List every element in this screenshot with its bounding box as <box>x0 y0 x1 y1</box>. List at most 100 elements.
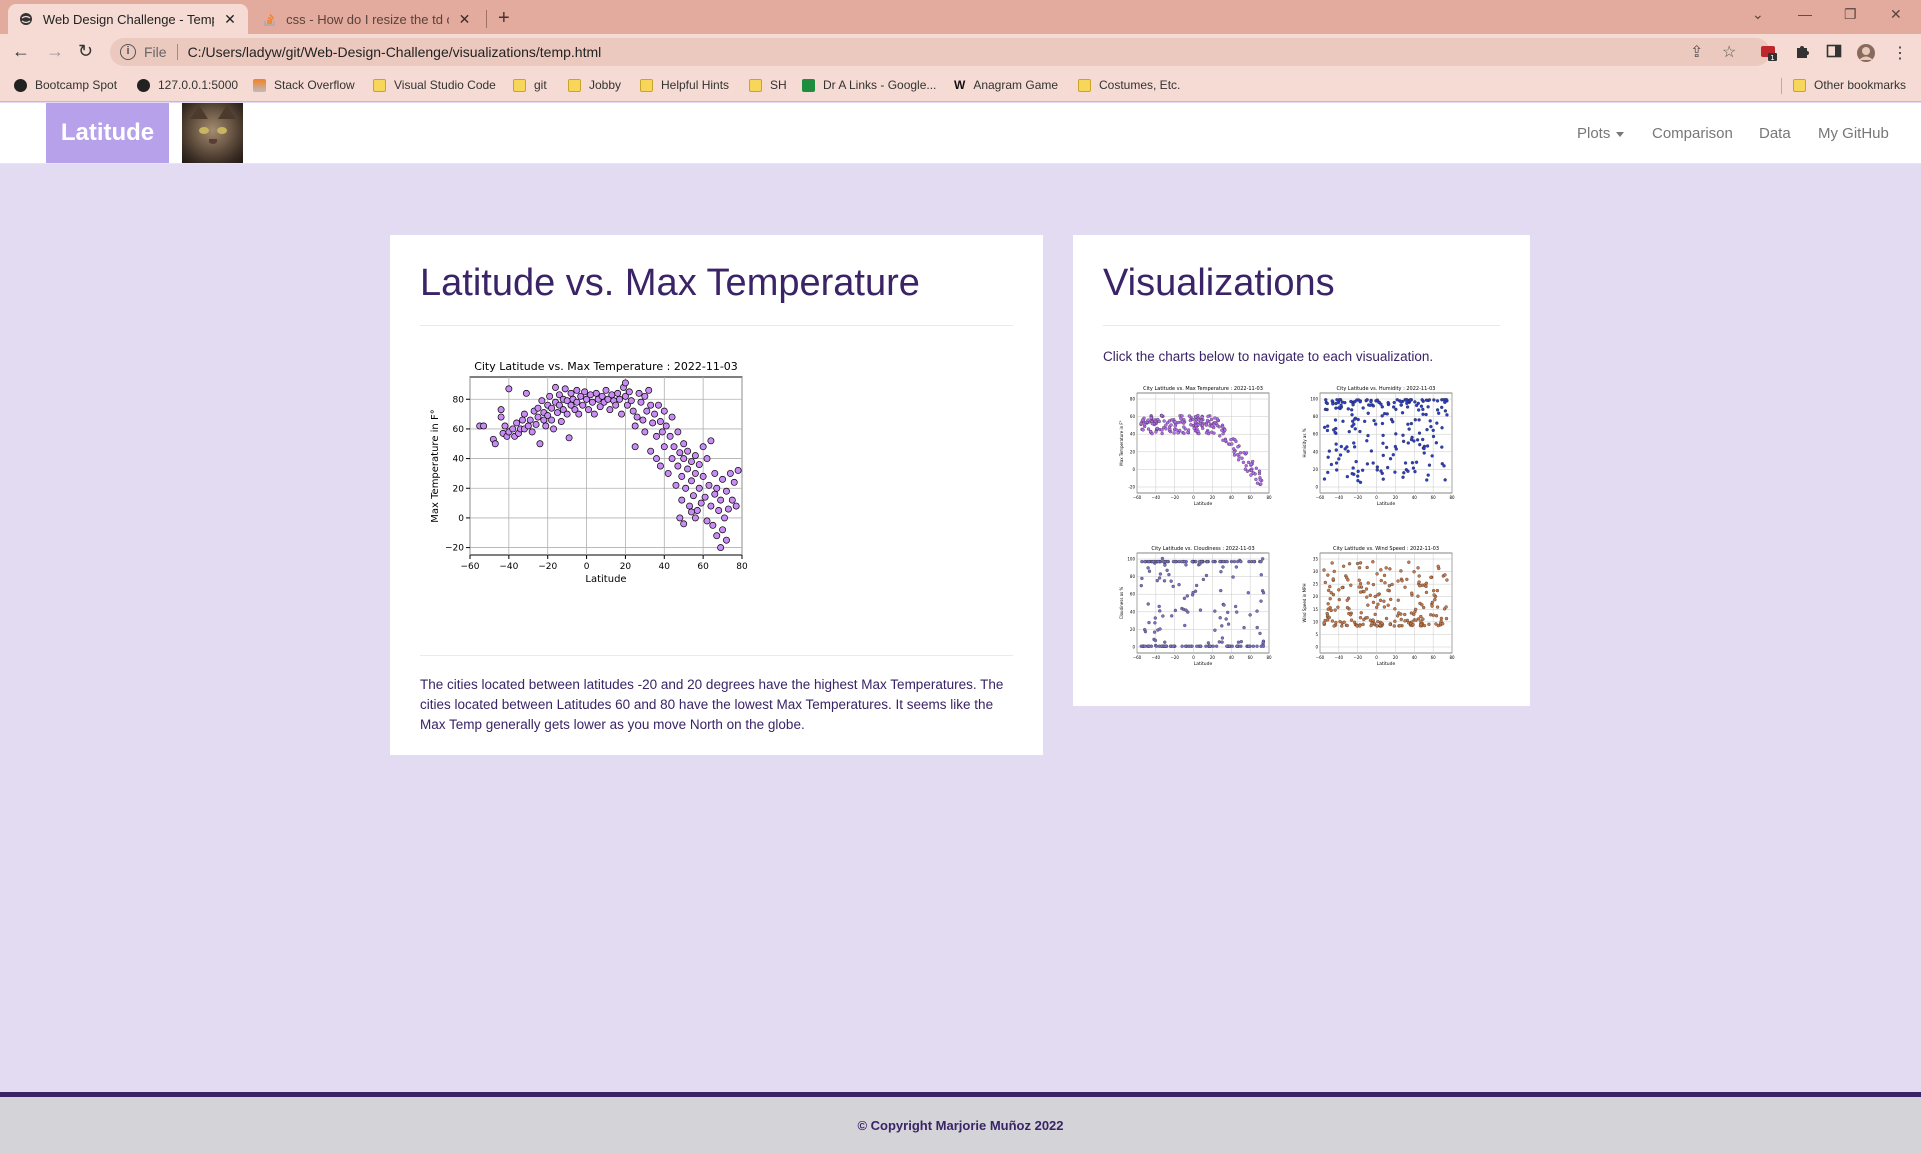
thumb-title: City Latitude vs. Humidity : 2022-11-03 <box>1337 386 1436 392</box>
thumb-point <box>1327 615 1331 620</box>
restore-icon[interactable]: ❐ <box>1844 6 1857 23</box>
thumb-point <box>1193 420 1198 424</box>
scatter-point <box>645 386 653 394</box>
bookmark-item[interactable]: Stack Overflow <box>253 78 355 92</box>
thumb-y-tick: 0 <box>1315 645 1318 650</box>
scatter-point <box>565 434 573 442</box>
thumb-point <box>1375 572 1379 576</box>
thumb-point <box>1365 616 1369 620</box>
thumb-point <box>1225 644 1229 648</box>
bookmark-star-icon[interactable]: ☆ <box>1722 42 1736 62</box>
thumb-point <box>1147 620 1151 625</box>
close-icon[interactable]: ✕ <box>457 11 472 28</box>
thumb-point <box>1232 559 1237 564</box>
thumb-y-tick: 40 <box>1130 432 1136 437</box>
tab-web-design-challenge[interactable]: Web Design Challenge - Tempera ✕ <box>8 4 248 34</box>
thumb-max-temperature[interactable]: City Latitude vs. Max Temperature : 2022… <box>1119 383 1274 508</box>
bookmark-item[interactable]: Visual Studio Code <box>373 78 496 92</box>
profile-avatar[interactable] <box>1856 43 1876 68</box>
new-tab-plus-icon[interactable]: + <box>498 7 510 30</box>
thumb-point <box>1413 400 1417 404</box>
thumb-point <box>1141 418 1145 422</box>
share-icon[interactable]: ⇪ <box>1690 42 1703 62</box>
scatter-point <box>579 401 587 409</box>
bookmark-item[interactable]: 127.0.0.1:5000 <box>137 78 238 92</box>
scatter-point <box>542 422 550 430</box>
plots-dropdown[interactable]: Plots <box>1577 125 1625 142</box>
thumb-point <box>1386 465 1390 470</box>
bookmark-item[interactable]: git <box>513 78 547 92</box>
bookmark-label: Costumes, Etc. <box>1099 78 1181 92</box>
thumb-point <box>1213 609 1217 613</box>
bookmark-label: git <box>534 78 547 92</box>
thumb-point <box>1210 430 1214 434</box>
thumb-point <box>1204 431 1209 435</box>
scatter-point <box>550 425 557 433</box>
thumb-point <box>1412 439 1416 443</box>
thumb-point <box>1223 438 1228 443</box>
tab-stackoverflow[interactable]: css - How do I resize the td of a t ✕ <box>252 4 482 34</box>
thumb-point <box>1366 411 1370 415</box>
thumb-point <box>1325 611 1329 616</box>
thumb-y-label: Humidity as % <box>1302 428 1307 457</box>
thumb-point <box>1251 644 1256 648</box>
thumb-x-tick: −20 <box>1170 495 1179 500</box>
minimize-icon[interactable]: — <box>1798 6 1812 22</box>
thumb-point <box>1405 401 1409 405</box>
reload-icon[interactable]: ↻ <box>78 42 93 60</box>
thumb-point <box>1173 420 1177 424</box>
thumb-point <box>1425 478 1429 482</box>
info-icon[interactable]: i <box>120 44 136 60</box>
scatter-point <box>592 389 600 397</box>
thumb-point <box>1401 475 1405 479</box>
brand-link[interactable]: Latitude <box>46 103 169 163</box>
puzzle-extensions-icon[interactable] <box>1794 43 1810 64</box>
kebab-menu-icon[interactable]: ⋮ <box>1892 43 1908 63</box>
window-close-icon[interactable]: ✕ <box>1890 6 1902 23</box>
bookmark-item[interactable]: Costumes, Etc. <box>1078 78 1180 92</box>
nav-data[interactable]: Data <box>1759 125 1791 142</box>
thumb-point <box>1154 644 1159 648</box>
thumb-point <box>1335 398 1339 402</box>
thumb-point <box>1412 570 1416 574</box>
thumb-point <box>1218 434 1222 438</box>
thumb-point <box>1388 622 1392 626</box>
thumb-humidity[interactable]: City Latitude vs. Humidity : 2022-11-03 −… <box>1302 383 1457 508</box>
bookmark-item[interactable]: SH <box>749 78 787 92</box>
tab-divider <box>486 10 487 28</box>
scatter-point <box>680 440 688 448</box>
side-panel-icon[interactable] <box>1826 43 1842 64</box>
bookmark-item[interactable]: Helpful Hints <box>640 78 729 92</box>
scatter-point <box>721 514 728 522</box>
bookmark-item[interactable]: Dr A Links - Google... <box>802 78 936 92</box>
thumb-point <box>1421 617 1425 621</box>
thumb-point <box>1229 559 1234 564</box>
thumb-point <box>1400 411 1405 415</box>
nav-comparison[interactable]: Comparison <box>1652 125 1733 142</box>
forward-arrow-icon[interactable]: → <box>46 42 64 60</box>
bookmark-item[interactable]: Bootcamp Spot <box>14 78 117 92</box>
close-icon[interactable]: ✕ <box>222 11 238 28</box>
scatter-point <box>513 419 521 427</box>
thumb-wind-speed[interactable]: City Latitude vs. Wind Speed : 2022-11-0… <box>1302 543 1457 668</box>
extension-badge-icon[interactable]: 1 <box>1760 43 1778 66</box>
thumb-point <box>1431 589 1436 593</box>
bookmark-item[interactable]: W Anagram Game <box>954 78 1058 92</box>
scatter-point <box>509 425 517 433</box>
thumb-point <box>1428 419 1432 423</box>
tab-search-chevron-icon[interactable]: ⌄ <box>1752 6 1764 23</box>
thumb-point <box>1444 605 1448 609</box>
thumb-point <box>1366 581 1370 585</box>
back-arrow-icon[interactable]: ← <box>12 42 30 60</box>
nav-github[interactable]: My GitHub <box>1818 125 1889 142</box>
thumb-point <box>1176 420 1181 425</box>
thumb-point <box>1346 407 1350 411</box>
thumb-cloudiness[interactable]: City Latitude vs. Cloudiness : 2022-11-0… <box>1119 543 1274 668</box>
scatter-point <box>658 428 666 436</box>
bookmark-item[interactable]: Jobby <box>568 78 621 92</box>
other-bookmarks[interactable]: Other bookmarks <box>1793 78 1906 92</box>
address-bar[interactable]: i File C:/Users/ladyw/git/Web-Design-Cha… <box>110 38 1770 66</box>
thumb-y-tick: 0 <box>1132 645 1135 650</box>
thumb-point <box>1403 619 1407 623</box>
folder-icon <box>513 78 526 92</box>
